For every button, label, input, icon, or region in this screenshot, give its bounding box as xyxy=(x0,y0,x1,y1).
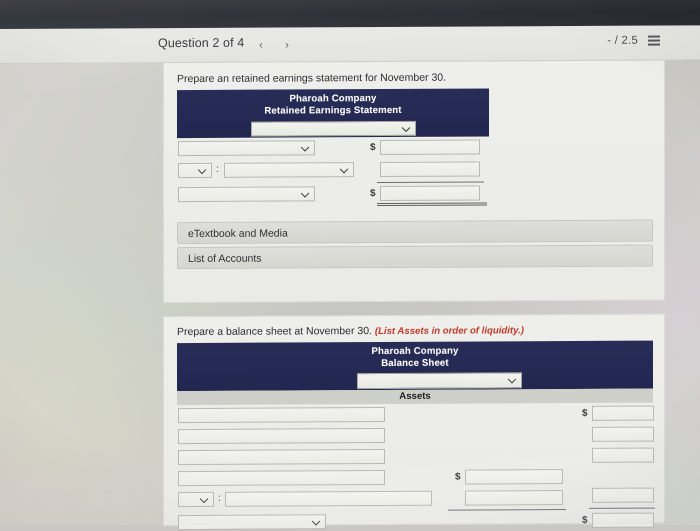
re-row-2-amount-input[interactable] xyxy=(380,161,480,178)
balance-sheet-prompt-note: (List Assets in order of liquidity.) xyxy=(374,325,524,338)
retained-earnings-card: Prepare an retained earnings statement f… xyxy=(163,60,665,304)
re-row-3-amount-input[interactable] xyxy=(380,185,480,202)
balance-sheet-prompt: Prepare a balance sheet at November 30. … xyxy=(177,324,524,338)
bs-row-2-amount-input[interactable] xyxy=(592,426,654,442)
chevron-left-icon[interactable]: ‹ xyxy=(253,36,269,54)
assignment-app: Question 2 of 4 ‹ › - / 2.5 Prepare an r… xyxy=(0,25,700,531)
bs-row-4-dollar-sign: $ xyxy=(455,471,461,483)
bs-row-6-account-select[interactable] xyxy=(178,514,326,531)
list-of-accounts-button[interactable]: List of Accounts xyxy=(177,244,653,270)
company-name: Pharoah Company xyxy=(289,93,377,105)
re-row-2-account-select[interactable] xyxy=(224,162,354,178)
bs-row-5-mid-amount-input[interactable] xyxy=(465,490,563,506)
re-row-1-dollar-sign: $ xyxy=(370,142,376,154)
list-of-accounts-label: List of Accounts xyxy=(188,252,262,266)
bs-row-5-label-input[interactable] xyxy=(225,490,432,507)
bs-row-6-dollar-sign: $ xyxy=(582,514,588,526)
balance-sheet-statement-header: Pharoah Company Balance Sheet xyxy=(177,340,653,392)
bs-row-5-colon: : xyxy=(218,492,221,504)
assets-section-header: Assets xyxy=(177,388,653,406)
statement-title: Retained Earnings Statement xyxy=(264,104,402,117)
balance-sheet-card: Prepare a balance sheet at November 30. … xyxy=(163,313,665,531)
bs-row-3-amount-input[interactable] xyxy=(592,447,654,463)
re-row-2-colon: : xyxy=(216,163,219,175)
bs-row-1-label-input[interactable] xyxy=(178,406,385,424)
bs-date-select[interactable] xyxy=(357,372,522,390)
re-row-3-dollar-sign: $ xyxy=(370,188,376,200)
score-display: - / 2.5 xyxy=(607,34,638,47)
re-subtotal-rule xyxy=(377,181,484,184)
bs-row-5-right-amount-input[interactable] xyxy=(592,487,654,503)
statement-title: Balance Sheet xyxy=(381,357,449,369)
list-menu-icon[interactable] xyxy=(648,35,660,47)
bs-row-1-dollar-sign: $ xyxy=(582,407,588,419)
bs-row-5-prefix-select[interactable] xyxy=(178,491,214,508)
re-row-2-prefix-select[interactable] xyxy=(178,162,212,179)
re-row-3-account-select[interactable] xyxy=(178,186,315,203)
chevron-right-icon[interactable]: › xyxy=(279,35,295,53)
re-row-1-account-select[interactable] xyxy=(178,140,315,157)
re-total-double-rule xyxy=(377,202,487,207)
re-row-1-amount-input[interactable] xyxy=(380,139,480,156)
retained-earnings-statement-header: Pharoah Company Retained Earnings Statem… xyxy=(177,88,489,139)
bs-row-1-amount-input[interactable] xyxy=(592,405,654,421)
re-period-select[interactable] xyxy=(251,120,416,137)
bs-right-subtotal-rule xyxy=(589,507,655,509)
bs-row-4-label-input[interactable] xyxy=(178,469,385,487)
bs-row-2-label-input[interactable] xyxy=(178,427,385,445)
bs-mid-subtotal-rule xyxy=(448,509,566,511)
balance-sheet-prompt-text: Prepare a balance sheet at November 30. xyxy=(177,325,372,339)
question-counter: Question 2 of 4 xyxy=(158,35,245,51)
retained-earnings-prompt: Prepare an retained earnings statement f… xyxy=(177,71,447,86)
etextbook-and-media-button[interactable]: eTextbook and Media xyxy=(177,219,653,245)
question-header-bar: Question 2 of 4 ‹ › - / 2.5 xyxy=(0,25,700,64)
etextbook-and-media-label: eTextbook and Media xyxy=(188,227,288,241)
bs-row-6-amount-input[interactable] xyxy=(592,512,654,528)
bs-row-3-label-input[interactable] xyxy=(178,448,385,466)
bs-row-4-mid-amount-input[interactable] xyxy=(465,469,563,485)
